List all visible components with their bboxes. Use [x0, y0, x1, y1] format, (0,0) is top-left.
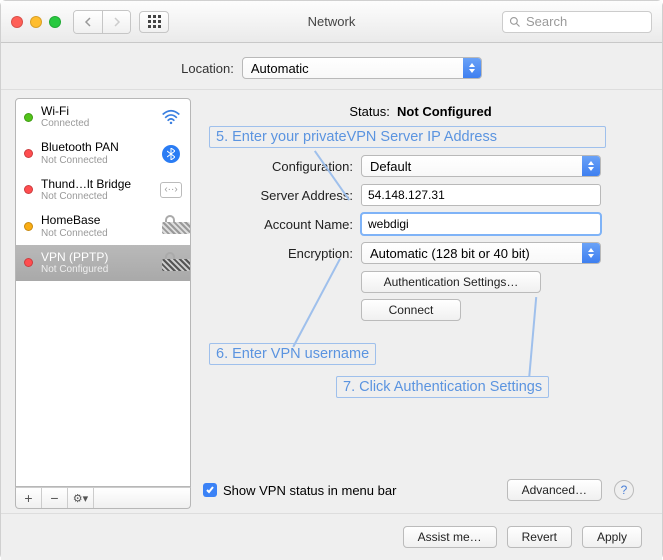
- advanced-button[interactable]: Advanced…: [507, 479, 602, 501]
- status-dot-icon: [24, 258, 33, 267]
- chevron-updown-icon: [582, 156, 600, 176]
- service-name: Thund…lt Bridge: [41, 177, 152, 191]
- service-status: Not Connected: [41, 191, 152, 203]
- sidebar-item-homebase[interactable]: HomeBase Not Connected: [16, 208, 190, 244]
- service-status: Not Configured: [41, 264, 152, 276]
- revert-button[interactable]: Revert: [507, 526, 572, 548]
- status-dot-icon: [24, 222, 33, 231]
- server-address-label: Server Address:: [203, 188, 353, 203]
- back-button[interactable]: [74, 11, 102, 33]
- lock-icon: [160, 217, 182, 235]
- minimize-button[interactable]: [30, 16, 42, 28]
- service-list[interactable]: Wi-Fi Connected Bluetooth PAN Not Connec…: [15, 98, 191, 487]
- encryption-popup[interactable]: Automatic (128 bit or 40 bit): [361, 242, 601, 264]
- auth-settings-button[interactable]: Authentication Settings…: [361, 271, 541, 293]
- status-label: Status:: [349, 104, 389, 119]
- wifi-icon: [160, 108, 182, 126]
- content-body: Wi-Fi Connected Bluetooth PAN Not Connec…: [1, 90, 662, 513]
- show-vpn-status-label: Show VPN status in menu bar: [223, 483, 396, 498]
- annotation-5: 5. Enter your privateVPN Server IP Addre…: [209, 126, 606, 148]
- location-popup[interactable]: Automatic: [242, 57, 482, 79]
- service-sidebar: Wi-Fi Connected Bluetooth PAN Not Connec…: [15, 98, 191, 509]
- chevron-updown-icon: [582, 243, 600, 263]
- zoom-button[interactable]: [49, 16, 61, 28]
- encryption-value: Automatic (128 bit or 40 bit): [370, 246, 530, 261]
- remove-service-button[interactable]: −: [42, 488, 68, 508]
- chevron-updown-icon: [463, 58, 481, 78]
- close-button[interactable]: [11, 16, 23, 28]
- configuration-value: Default: [370, 159, 411, 174]
- sidebar-item-thunderbolt[interactable]: Thund…lt Bridge Not Connected ‹··›: [16, 172, 190, 208]
- location-row: Location: Automatic: [1, 43, 662, 90]
- service-status: Not Connected: [41, 155, 152, 167]
- network-prefs-window: Network Search Location: Automatic Wi-Fi…: [0, 0, 663, 560]
- window-controls: [11, 16, 61, 28]
- bluetooth-icon: [160, 145, 182, 163]
- assist-me-button[interactable]: Assist me…: [403, 526, 497, 548]
- service-status: Not Connected: [41, 228, 152, 240]
- account-name-label: Account Name:: [203, 217, 353, 232]
- location-value: Automatic: [251, 61, 309, 76]
- annotation-arrow: [292, 258, 340, 347]
- service-status: Connected: [41, 118, 152, 130]
- service-actions-button[interactable]: ⚙︎▾: [68, 488, 94, 508]
- server-address-input[interactable]: [361, 184, 601, 206]
- search-placeholder: Search: [526, 14, 567, 29]
- sidebar-item-vpn[interactable]: VPN (PPTP) Not Configured: [16, 245, 190, 281]
- titlebar: Network Search: [1, 1, 662, 43]
- sidebar-item-wifi[interactable]: Wi-Fi Connected: [16, 99, 190, 135]
- detail-pane: Status: Not Configured Configuration: De…: [203, 98, 648, 509]
- status-line: Status: Not Configured: [203, 104, 638, 119]
- vpn-lock-icon: [160, 254, 182, 272]
- show-all-button[interactable]: [139, 11, 169, 33]
- show-vpn-status-checkbox[interactable]: [203, 483, 217, 497]
- status-dot-icon: [24, 113, 33, 122]
- nav-buttons: [73, 10, 131, 34]
- sidebar-item-bluetooth[interactable]: Bluetooth PAN Not Connected: [16, 135, 190, 171]
- thunderbolt-icon: ‹··›: [160, 181, 182, 199]
- status-value: Not Configured: [397, 104, 492, 119]
- location-label: Location:: [181, 61, 234, 76]
- footer: Assist me… Revert Apply: [1, 513, 662, 560]
- service-name: HomeBase: [41, 213, 152, 227]
- status-dot-icon: [24, 149, 33, 158]
- account-name-input[interactable]: [361, 213, 601, 235]
- service-name: Wi-Fi: [41, 104, 152, 118]
- search-input[interactable]: Search: [502, 11, 652, 33]
- advanced-row: Show VPN status in menu bar Advanced… ?: [203, 479, 634, 501]
- connect-button[interactable]: Connect: [361, 299, 461, 321]
- annotation-7: 7. Click Authentication Settings: [336, 376, 549, 398]
- sidebar-toolbar: + − ⚙︎▾: [15, 487, 191, 509]
- service-name: VPN (PPTP): [41, 250, 152, 264]
- status-dot-icon: [24, 185, 33, 194]
- apply-button[interactable]: Apply: [582, 526, 642, 548]
- configuration-popup[interactable]: Default: [361, 155, 601, 177]
- forward-button[interactable]: [102, 11, 130, 33]
- search-icon: [509, 16, 521, 28]
- encryption-label: Encryption:: [203, 246, 353, 261]
- help-button[interactable]: ?: [614, 480, 634, 500]
- add-service-button[interactable]: +: [16, 488, 42, 508]
- service-name: Bluetooth PAN: [41, 140, 152, 154]
